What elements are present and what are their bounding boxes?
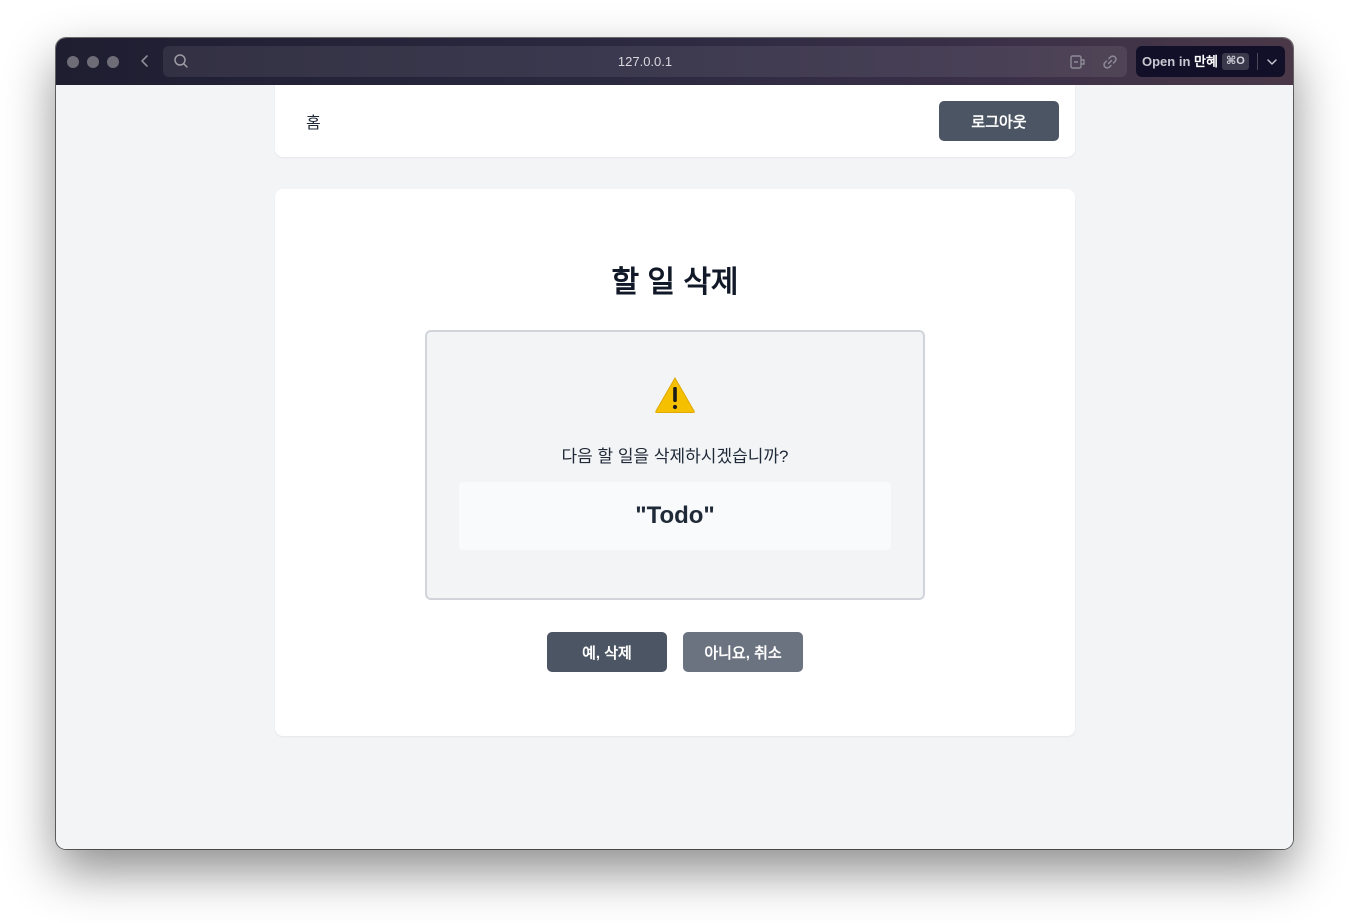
chevron-down-icon[interactable] [1264, 53, 1280, 70]
minimize-window-button[interactable] [87, 56, 99, 68]
close-window-button[interactable] [67, 56, 79, 68]
page-content: 홈 로그아웃 할 일 삭제 다음 할 일을 삭제하시겠습니까? "Todo" 예… [56, 85, 1293, 849]
back-button[interactable] [136, 50, 154, 72]
page-title: 할 일 삭제 [611, 266, 739, 299]
delete-confirm-card: 할 일 삭제 다음 할 일을 삭제하시겠습니까? "Todo" 예, 삭제 아니… [275, 189, 1075, 736]
open-in-app-button[interactable]: Open in 만혜 ⌘O [1136, 46, 1285, 77]
todo-preview: "Todo" [459, 482, 891, 550]
address-bar[interactable]: 127.0.0.1 [163, 46, 1127, 77]
url-text: 127.0.0.1 [617, 54, 673, 69]
top-navbar: 홈 로그아웃 [275, 85, 1075, 157]
link-icon[interactable] [1101, 53, 1119, 71]
extension-icon[interactable] [1069, 53, 1087, 71]
chevron-left-icon [141, 55, 148, 67]
browser-window: 127.0.0.1 Open in 만혜 ⌘O 홈 로그아웃 할 일 삭제 다음… [56, 38, 1293, 849]
maximize-window-button[interactable] [107, 56, 119, 68]
open-in-label: Open in 만혜 [1142, 54, 1218, 69]
browser-titlebar: 127.0.0.1 Open in 만혜 ⌘O [56, 38, 1293, 85]
button-divider [1257, 53, 1258, 70]
confirm-box: 다음 할 일을 삭제하시겠습니까? "Todo" [425, 330, 925, 600]
confirm-delete-button[interactable]: 예, 삭제 [547, 632, 667, 672]
logout-button[interactable]: 로그아웃 [939, 101, 1059, 141]
confirm-question: 다음 할 일을 삭제하시겠습니까? [561, 447, 789, 466]
warning-icon [655, 376, 695, 413]
home-link[interactable]: 홈 [306, 109, 321, 133]
shortcut-badge: ⌘O [1222, 53, 1249, 70]
cancel-button[interactable]: 아니요, 취소 [683, 632, 803, 672]
todo-title: "Todo" [635, 502, 715, 529]
